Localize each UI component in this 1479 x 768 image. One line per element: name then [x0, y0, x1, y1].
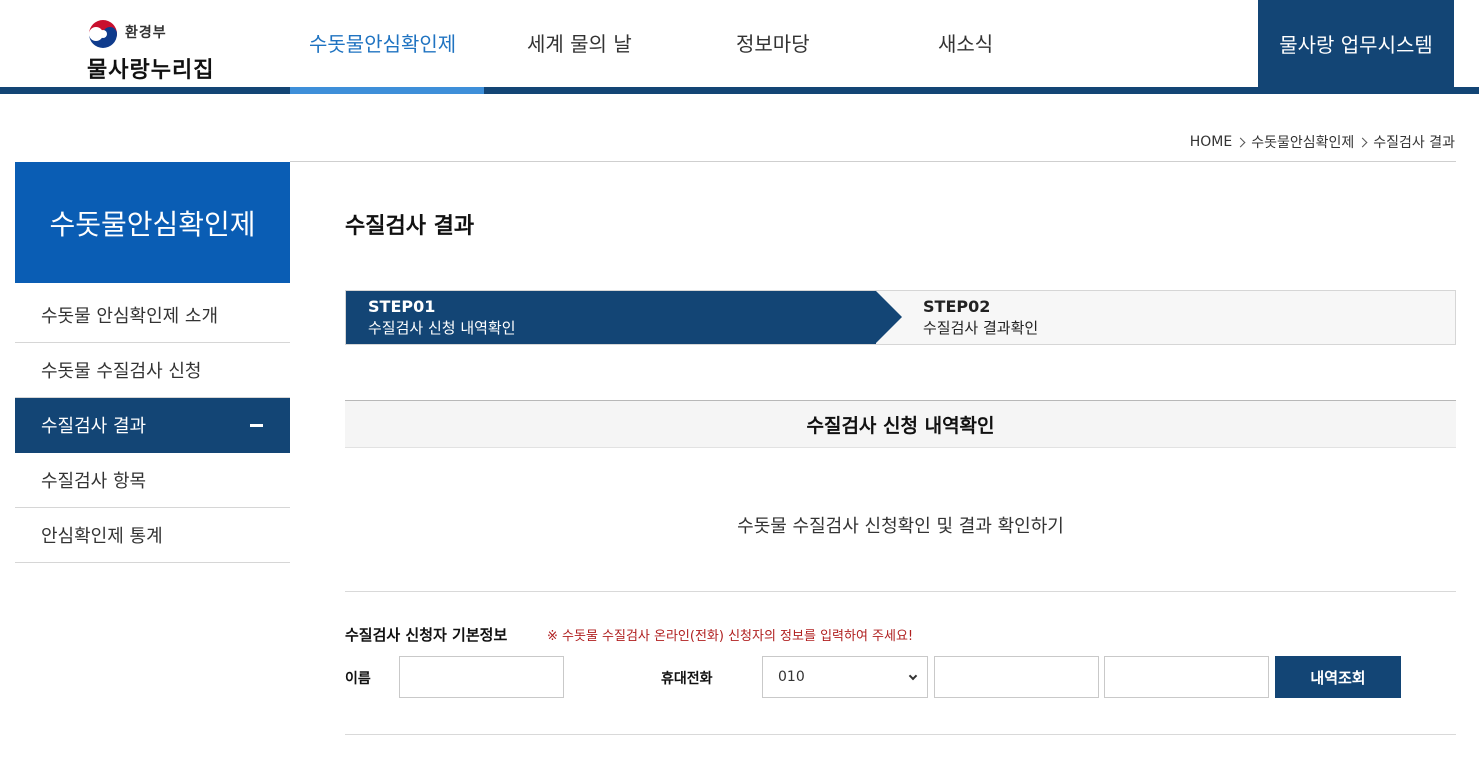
page-title: 수질검사 결과 — [345, 214, 475, 239]
sidebar-item-test-items[interactable]: 수질검사 항목 — [15, 453, 290, 508]
intro-text: 수돗물 수질검사 신청확인 및 결과 확인하기 — [737, 516, 1064, 537]
phone-prefix-value: 010 — [778, 669, 805, 685]
phone-label: 휴대전화 — [661, 671, 713, 687]
phone-middle-input[interactable] — [934, 656, 1099, 698]
form-divider — [345, 734, 1456, 735]
nav-item-info[interactable]: 정보마당 — [736, 28, 810, 57]
sidebar-item-statistics[interactable]: 안심확인제 통계 — [15, 508, 290, 563]
nav-item-water-check[interactable]: 수돗물안심확인제 — [309, 28, 456, 57]
step-2-label: STEP02 — [923, 297, 991, 316]
section-divider — [345, 591, 1456, 592]
name-label: 이름 — [345, 671, 371, 687]
step-1-label: STEP01 — [368, 297, 436, 316]
phone-prefix-select[interactable]: 010 — [762, 656, 928, 698]
breadcrumb-current: 수질검사 결과 — [1373, 135, 1455, 151]
section-title: 수질검사 신청 내역확인 — [345, 400, 1456, 448]
chevron-right-icon — [1235, 137, 1246, 147]
sidebar-item-label: 수돗물 수질검사 신청 — [41, 361, 202, 382]
step-1-desc: 수질검사 신청 내역확인 — [368, 319, 516, 337]
step-indicator: STEP01 수질검사 신청 내역확인 STEP02 수질검사 결과확인 — [345, 290, 1456, 345]
breadcrumb-section[interactable]: 수돗물안심확인제 — [1251, 132, 1354, 152]
government-emblem-icon — [88, 19, 118, 49]
name-input[interactable] — [399, 656, 564, 698]
work-system-button[interactable]: 물사랑 업무시스템 — [1258, 0, 1454, 87]
ministry-name: 환경부 — [125, 25, 167, 41]
nav-item-news[interactable]: 새소식 — [938, 28, 993, 57]
step-2-desc: 수질검사 결과확인 — [923, 319, 1039, 337]
chevron-right-icon — [1357, 137, 1368, 147]
site-header: 환경부 물사랑누리집 수돗물안심확인제 세계 물의 날 정보마당 새소식 물사랑… — [0, 0, 1479, 94]
minus-icon — [250, 424, 263, 427]
sidebar-item-label: 수질검사 항목 — [41, 471, 147, 492]
sidebar-item-intro[interactable]: 수돗물 안심확인제 소개 — [15, 288, 290, 343]
breadcrumb-home[interactable]: HOME — [1190, 134, 1232, 150]
query-button[interactable]: 내역조회 — [1275, 656, 1401, 698]
step-arrow-icon — [876, 291, 902, 343]
nav-item-world-water-day[interactable]: 세계 물의 날 — [527, 28, 632, 57]
form-title: 수질검사 신청자 기본정보 — [345, 626, 508, 644]
sidebar-title: 수돗물안심확인제 — [15, 162, 290, 283]
sidebar-menu: 수돗물 안심확인제 소개 수돗물 수질검사 신청 수질검사 결과 수질검사 항목… — [15, 288, 290, 563]
sidebar-item-label: 수돗물 안심확인제 소개 — [41, 306, 219, 327]
chevron-down-icon — [908, 671, 918, 681]
header-underline — [0, 87, 1479, 94]
sidebar-item-results[interactable]: 수질검사 결과 — [15, 398, 290, 453]
site-name: 물사랑누리집 — [87, 58, 215, 83]
sidebar-item-label: 안심확인제 통계 — [41, 526, 163, 547]
breadcrumb: HOME 수돗물안심확인제 수질검사 결과 — [1190, 132, 1455, 152]
sidebar-item-label: 수질검사 결과 — [41, 416, 147, 437]
active-nav-indicator — [290, 87, 484, 94]
form-notice: ※ 수돗물 수질검사 온라인(전화) 신청자의 정보를 입력하여 주세요! — [547, 629, 914, 644]
phone-last-input[interactable] — [1104, 656, 1269, 698]
sidebar-item-apply[interactable]: 수돗물 수질검사 신청 — [15, 343, 290, 398]
step-1: STEP01 수질검사 신청 내역확인 — [346, 291, 876, 344]
breadcrumb-divider — [290, 161, 1456, 162]
site-logo[interactable]: 환경부 물사랑누리집 — [87, 14, 237, 83]
